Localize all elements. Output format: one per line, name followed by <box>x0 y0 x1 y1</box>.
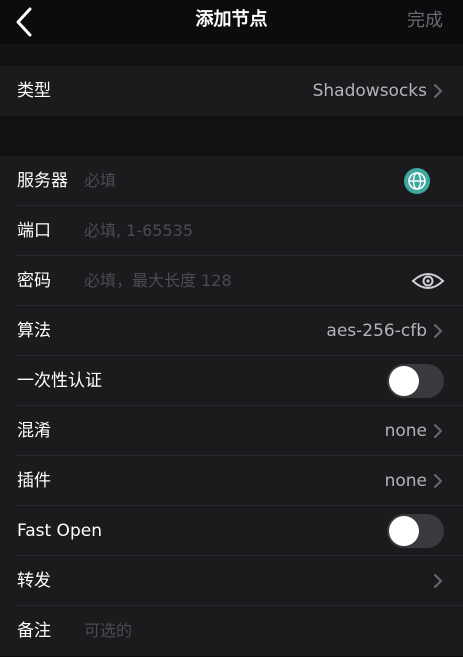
settings-section: 服务器 端口 密码 算法 aes-256-cfb <box>0 156 463 656</box>
toggle-knob <box>389 366 419 396</box>
password-row: 密码 <box>0 256 463 306</box>
fast-open-label: Fast Open <box>17 521 102 541</box>
chevron-right-icon <box>434 574 442 588</box>
globe-icon <box>408 172 426 190</box>
type-row[interactable]: 类型 Shadowsocks <box>0 66 463 116</box>
section-spacer <box>0 44 463 66</box>
chevron-right-icon <box>434 324 442 338</box>
one-time-auth-label: 一次性认证 <box>17 371 102 391</box>
type-section: 类型 Shadowsocks <box>0 66 463 116</box>
eye-icon[interactable] <box>411 270 445 292</box>
page-title: 添加节点 <box>195 9 268 30</box>
password-input[interactable] <box>84 256 384 306</box>
server-label: 服务器 <box>17 171 68 191</box>
plugin-value: none <box>384 471 427 491</box>
port-label: 端口 <box>17 221 51 241</box>
section-spacer <box>0 116 463 156</box>
port-row: 端口 <box>0 206 463 256</box>
fast-open-row: Fast Open <box>0 506 463 556</box>
one-time-auth-row: 一次性认证 <box>0 356 463 406</box>
server-row: 服务器 <box>0 156 463 206</box>
password-label: 密码 <box>17 271 51 291</box>
note-label: 备注 <box>17 621 51 641</box>
fast-open-toggle[interactable] <box>387 514 444 548</box>
one-time-auth-toggle[interactable] <box>387 364 444 398</box>
algorithm-row[interactable]: 算法 aes-256-cfb <box>0 306 463 356</box>
obfs-value: none <box>384 421 427 441</box>
note-row: 备注 <box>0 606 463 656</box>
forward-row[interactable]: 转发 <box>0 556 463 606</box>
obfs-label: 混淆 <box>17 421 51 441</box>
chevron-right-icon <box>434 424 442 438</box>
obfs-row[interactable]: 混淆 none <box>0 406 463 456</box>
type-value: Shadowsocks <box>312 81 427 101</box>
type-label: 类型 <box>17 81 51 101</box>
forward-label: 转发 <box>17 571 51 591</box>
globe-button[interactable] <box>404 168 430 194</box>
note-input[interactable] <box>84 606 384 656</box>
done-button[interactable]: 完成 <box>407 0 443 42</box>
chevron-right-icon <box>434 84 442 98</box>
plugin-label: 插件 <box>17 471 51 491</box>
algorithm-value: aes-256-cfb <box>326 321 427 341</box>
port-input[interactable] <box>84 206 384 256</box>
chevron-right-icon <box>434 474 442 488</box>
navigation-bar: 添加节点 完成 <box>0 0 463 44</box>
toggle-knob <box>389 516 419 546</box>
plugin-row[interactable]: 插件 none <box>0 456 463 506</box>
server-input[interactable] <box>84 156 384 206</box>
algorithm-label: 算法 <box>17 321 51 341</box>
